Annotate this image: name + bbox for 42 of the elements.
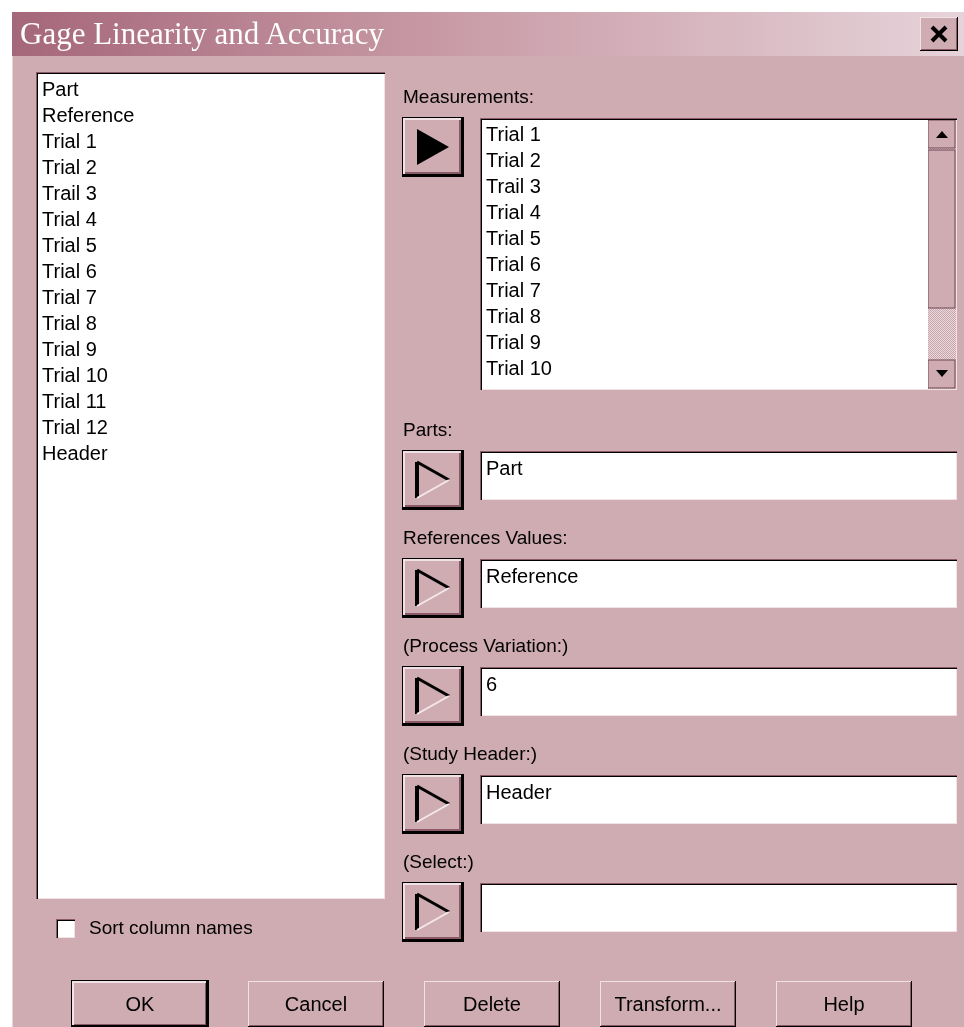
column-item[interactable]: Trial 2: [42, 154, 379, 180]
dialog-button[interactable]: OK: [72, 981, 208, 1027]
list-item[interactable]: Trial 2: [486, 147, 922, 173]
column-item[interactable]: Trial 8: [42, 310, 379, 336]
input-field[interactable]: Reference: [480, 559, 957, 608]
list-item[interactable]: Trial 7: [486, 277, 922, 303]
column-item[interactable]: Trial 11: [42, 388, 379, 414]
dialog-button[interactable]: Delete: [424, 981, 560, 1027]
dialog-button[interactable]: Cancel: [248, 981, 384, 1027]
column-item[interactable]: Trial 12: [42, 414, 379, 440]
column-item[interactable]: Trial 1: [42, 128, 379, 154]
field-label: (Select:): [403, 850, 474, 874]
list-item[interactable]: Trial 5: [486, 225, 922, 251]
field-label: Parts:: [403, 418, 453, 442]
input-field[interactable]: Part: [480, 451, 957, 500]
list-item[interactable]: Trial 6: [486, 251, 922, 277]
column-item[interactable]: Reference: [42, 102, 379, 128]
input-field[interactable]: 6: [480, 667, 957, 716]
list-item[interactable]: Trial 1: [486, 121, 922, 147]
column-item[interactable]: Header: [42, 440, 379, 466]
column-item[interactable]: Part: [42, 76, 379, 102]
list-item[interactable]: Trial 4: [486, 199, 922, 225]
column-item[interactable]: Trial 4: [42, 206, 379, 232]
dialog-button[interactable]: Help: [776, 981, 912, 1027]
column-item[interactable]: Trial 7: [42, 284, 379, 310]
column-item[interactable]: Trial 10: [42, 362, 379, 388]
input-field[interactable]: Header: [480, 775, 957, 824]
dialog-button[interactable]: Transform...: [600, 981, 736, 1027]
column-item[interactable]: Trail 3: [42, 180, 379, 206]
checkbox-label: Sort column names: [89, 917, 253, 939]
column-item[interactable]: Trial 9: [42, 336, 379, 362]
field-label: References Values:: [403, 526, 568, 550]
column-item[interactable]: Trial 5: [42, 232, 379, 258]
field-label: Measurements:: [403, 85, 534, 109]
field-label: (Process Variation:): [403, 634, 569, 658]
list-item[interactable]: Trial 9: [486, 329, 922, 355]
list-item[interactable]: Trail 3: [486, 173, 922, 199]
list-item[interactable]: Trial 8: [486, 303, 922, 329]
list-item[interactable]: Trial 10: [486, 355, 922, 381]
window-title: Gage Linearity and Accuracy: [20, 16, 385, 52]
field-label: (Study Header:): [403, 742, 538, 766]
column-item[interactable]: Trial 6: [42, 258, 379, 284]
